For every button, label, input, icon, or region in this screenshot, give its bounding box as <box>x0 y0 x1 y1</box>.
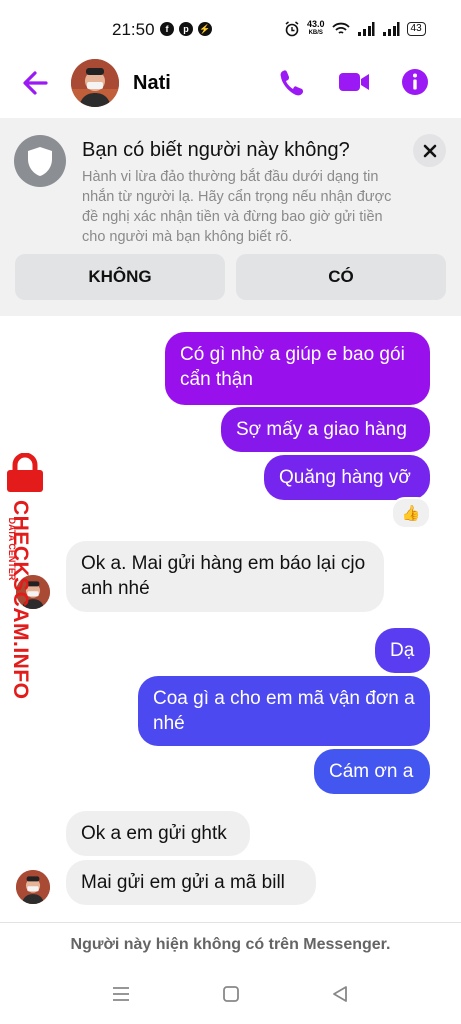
message-bubble-out[interactable]: Coa gì a cho em mã vận đơn a nhé <box>138 676 430 746</box>
yes-button[interactable]: CÓ <box>236 254 446 300</box>
video-call-icon[interactable] <box>338 67 370 97</box>
back-arrow-icon[interactable] <box>20 65 52 101</box>
signal-icon <box>357 22 375 36</box>
back-nav-icon[interactable] <box>330 984 350 1004</box>
home-nav-icon[interactable] <box>221 984 241 1004</box>
pinterest-icon: p <box>179 22 193 36</box>
message-bubble-out[interactable]: Sợ mấy a giao hàng <box>221 407 430 452</box>
no-button[interactable]: KHÔNG <box>15 254 225 300</box>
message-bubble-out[interactable]: Cám ơn a <box>314 749 430 794</box>
message-bubble-out[interactable]: Quăng hàng vỡ <box>264 455 430 500</box>
phone-call-icon[interactable] <box>278 67 306 97</box>
close-icon <box>423 144 436 157</box>
speed-value: 43.0 <box>307 19 325 29</box>
messenger-icon: ⚡ <box>198 22 212 36</box>
message-bubble-out[interactable]: Dạ <box>375 628 430 673</box>
status-bar: 21:50 f p ⚡ 43.0 KB/S 43 <box>0 0 461 60</box>
contact-avatar-small[interactable] <box>16 870 50 904</box>
notification-icons: f p ⚡ <box>160 22 212 36</box>
watermark-subtext: DATA CENTER <box>7 517 17 581</box>
facebook-icon: f <box>160 22 174 36</box>
message-bubble-in[interactable]: Mai gửi em gửi a mã bill <box>66 860 316 905</box>
contact-avatar[interactable] <box>71 59 119 107</box>
alarm-icon <box>285 21 299 37</box>
speed-unit: KB/S <box>308 30 323 36</box>
battery-indicator: 43 <box>406 22 426 36</box>
network-speed: 43.0 KB/S <box>307 20 325 38</box>
watermark-lock-icon <box>3 452 47 493</box>
message-bubble-out[interactable]: Có gì nhờ a giúp e bao gói cẩn thận <box>165 332 430 405</box>
warning-body: Hành vi lừa đảo thường bắt đầu dưới dạng… <box>82 169 392 245</box>
message-bubble-in[interactable]: Ok a em gửi ghtk <box>66 811 250 856</box>
shield-icon <box>28 147 52 176</box>
message-bubble-in[interactable]: Ok a. Mai gửi hàng em báo lại cjo anh nh… <box>66 541 384 612</box>
info-icon[interactable] <box>400 67 430 97</box>
contact-name[interactable]: Nati <box>133 72 171 95</box>
like-reaction-icon[interactable]: 👍 <box>391 497 431 529</box>
shield-avatar <box>14 135 66 187</box>
chat-header <box>0 58 461 116</box>
warning-title: Bạn có biết người này không? <box>82 139 350 161</box>
signal-icon-2 <box>382 22 400 36</box>
wifi-icon <box>331 22 350 34</box>
unavailable-notice: Người này hiện không có trên Messenger. <box>70 936 391 953</box>
status-time: 21:50 <box>112 20 155 39</box>
menu-nav-icon[interactable] <box>111 984 131 1004</box>
system-icons: 43.0 KB/S 43 <box>284 20 426 38</box>
footer-divider <box>0 922 461 923</box>
close-warning-button[interactable] <box>413 134 446 167</box>
